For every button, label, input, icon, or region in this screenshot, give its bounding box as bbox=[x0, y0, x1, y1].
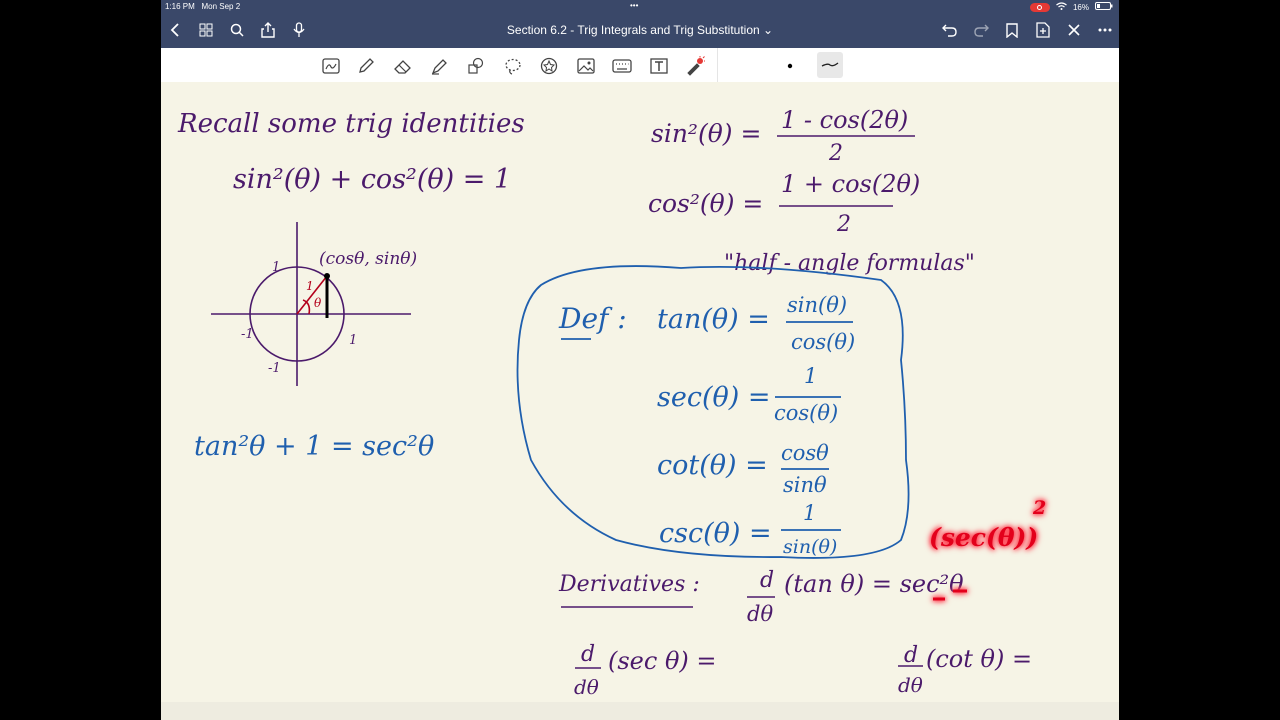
hypotenuse-one-label: 1 bbox=[306, 279, 314, 293]
dtan-d: d bbox=[760, 568, 774, 593]
close-icon[interactable] bbox=[1064, 20, 1084, 40]
sin-squared-lhs: sin²(θ) = bbox=[651, 119, 761, 148]
handwriting-canvas[interactable]: Recall some trig identities sin²(θ) + co… bbox=[161, 100, 1119, 702]
recall-heading: Recall some trig identities bbox=[177, 109, 525, 139]
undo-icon[interactable] bbox=[940, 20, 960, 40]
highlighter-tool-icon[interactable] bbox=[428, 55, 450, 77]
eraser-tool-icon[interactable] bbox=[392, 55, 414, 77]
pen-color-dot[interactable] bbox=[779, 55, 801, 77]
csc-def-lhs: csc(θ) = bbox=[659, 518, 772, 549]
sin-squared-numerator: 1 - cos(2θ) bbox=[781, 106, 908, 134]
pen-tool-icon[interactable] bbox=[355, 55, 377, 77]
bookmark-icon[interactable] bbox=[1002, 20, 1022, 40]
toolbar-divider bbox=[717, 48, 718, 82]
dcot-dtheta: dθ bbox=[898, 673, 923, 697]
sec-def-numerator: 1 bbox=[804, 364, 817, 388]
tools-toolbar bbox=[161, 48, 1119, 83]
read-mode-icon[interactable] bbox=[320, 55, 342, 77]
sec-squared-annotation: (sec(θ)) bbox=[929, 523, 1038, 552]
axis-label-right-one: 1 bbox=[349, 333, 357, 348]
status-time: 1:16 PM bbox=[165, 2, 195, 11]
laser-pointer-icon[interactable] bbox=[684, 55, 706, 77]
lasso-tool-icon[interactable] bbox=[502, 55, 524, 77]
csc-def-denominator: sin(θ) bbox=[783, 536, 837, 558]
stroke-style-selected[interactable] bbox=[817, 52, 843, 78]
cot-def-numerator: cosθ bbox=[781, 441, 829, 465]
dsec-dtheta: dθ bbox=[574, 675, 599, 699]
cos-squared-denominator: 2 bbox=[836, 212, 851, 237]
battery-icon bbox=[1095, 2, 1113, 12]
pythagorean-identity-2: tan²θ + 1 = sec²θ bbox=[194, 431, 434, 462]
image-tool-icon[interactable] bbox=[575, 55, 597, 77]
tan-def-denominator: cos(θ) bbox=[791, 330, 855, 354]
theta-arc bbox=[302, 299, 311, 315]
page-bottom-edge bbox=[161, 702, 1119, 720]
dsec-rhs: (sec θ) = bbox=[608, 647, 717, 675]
redo-icon[interactable] bbox=[971, 20, 991, 40]
battery-percent: 16% bbox=[1072, 2, 1089, 12]
cot-def-lhs: cot(θ) = bbox=[657, 450, 768, 481]
sec-def-lhs: sec(θ) = bbox=[657, 382, 770, 413]
dtan-dtheta: dθ bbox=[747, 602, 773, 626]
cos-squared-lhs: cos²(θ) = bbox=[648, 189, 763, 218]
navigation-bar: Section 6.2 - Trig Integrals and Trig Su… bbox=[161, 14, 1119, 48]
screen-recording-icon[interactable] bbox=[1029, 2, 1050, 12]
ipad-screen: 1:16 PM Mon Sep 2 ••• 16% Section 6.2 - … bbox=[161, 0, 1119, 720]
cos-squared-numerator: 1 + cos(2θ) bbox=[781, 170, 920, 198]
derivatives-heading: Derivatives : bbox=[558, 572, 700, 597]
more-icon[interactable] bbox=[1095, 20, 1115, 40]
note-page[interactable]: Recall some trig identities sin²(θ) + co… bbox=[161, 100, 1119, 702]
wifi-icon bbox=[1056, 2, 1067, 12]
sec-def-denominator: cos(θ) bbox=[774, 401, 838, 425]
definitions-label: Def : bbox=[558, 302, 627, 335]
theta-label: θ bbox=[314, 296, 322, 310]
cot-def-denominator: sinθ bbox=[783, 473, 827, 497]
dcot-d: d bbox=[904, 643, 918, 668]
pythagorean-identity-1: sin²(θ) + cos²(θ) = 1 bbox=[233, 164, 511, 195]
sticker-tool-icon[interactable] bbox=[538, 55, 560, 77]
unit-circle-point bbox=[324, 273, 330, 279]
keyboard-icon[interactable] bbox=[611, 55, 633, 77]
shapes-tool-icon[interactable] bbox=[465, 55, 487, 77]
page-top-margin bbox=[161, 82, 1119, 100]
dsec-d: d bbox=[581, 642, 595, 667]
dtan-rhs: (tan θ) = sec²θ bbox=[784, 570, 964, 598]
text-tool-icon[interactable] bbox=[648, 55, 670, 77]
sec-squared-exponent: 2 bbox=[1032, 497, 1046, 519]
status-time-date: 1:16 PM Mon Sep 2 bbox=[165, 2, 240, 11]
half-angle-label: "half - angle formulas" bbox=[724, 251, 975, 276]
tan-def-numerator: sin(θ) bbox=[787, 293, 847, 317]
dcot-rhs: (cot θ) = bbox=[926, 645, 1032, 673]
csc-def-numerator: 1 bbox=[803, 501, 816, 525]
status-bar: 1:16 PM Mon Sep 2 ••• 16% bbox=[161, 0, 1119, 14]
tan-def-lhs: tan(θ) = bbox=[657, 304, 770, 335]
status-date: Mon Sep 2 bbox=[201, 2, 241, 11]
axis-label-bottom-neg-one: -1 bbox=[268, 361, 281, 376]
unit-point-label: (cosθ, sinθ) bbox=[319, 249, 417, 269]
sin-squared-denominator: 2 bbox=[828, 141, 843, 166]
add-page-icon[interactable] bbox=[1033, 20, 1053, 40]
multitask-dots[interactable]: ••• bbox=[630, 1, 638, 10]
